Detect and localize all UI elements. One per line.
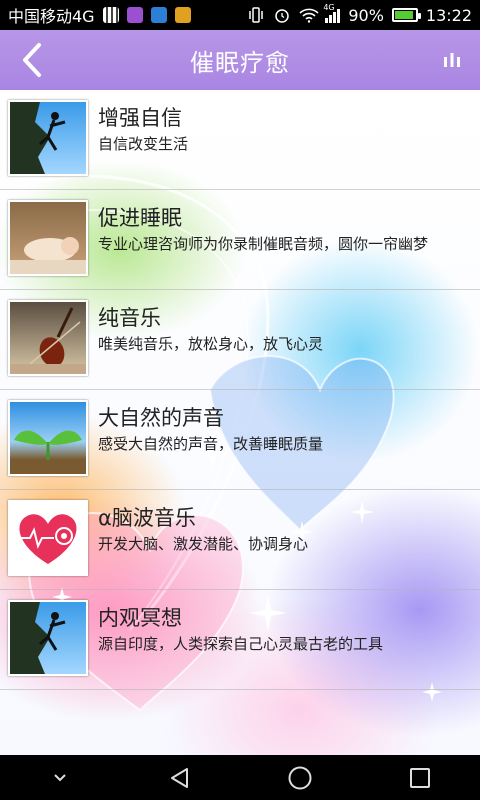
item-description: 专业心理咨询师为你录制催眠音频，圆你一帘幽梦: [98, 235, 429, 253]
clock: 13:22: [425, 5, 472, 25]
network-type-label: 4G: [323, 3, 335, 12]
list-item[interactable]: 增强自信 自信改变生活: [0, 90, 480, 190]
item-title: α脑波音乐: [98, 506, 196, 530]
blue-app-icon: [150, 7, 167, 23]
app-header: 催眠疗愈: [0, 30, 480, 90]
climber-thumbnail: [8, 600, 88, 676]
hide-keyboard-button[interactable]: [30, 755, 90, 800]
program-list: 增强自信 自信改变生活 促进睡眠 专业心理咨询师为你录制催眠音频，圆你一帘幽梦 …: [0, 90, 480, 690]
baby-thumbnail: [8, 200, 88, 276]
chevron-left-icon: [23, 43, 41, 77]
item-description: 源自印度，人类探索自己心灵最古老的工具: [98, 635, 384, 653]
nav-recents-button[interactable]: [390, 755, 450, 800]
orange-app-icon: [174, 7, 191, 23]
status-bar: 中国移动4G 4G 90% 13:22: [0, 0, 480, 30]
recents-square-icon: [410, 767, 430, 788]
alarm-icon: [273, 7, 291, 23]
qr-app-icon: [102, 7, 119, 23]
item-description: 唯美纯音乐，放松身心，放飞心灵: [98, 335, 324, 353]
sprout-thumbnail: [8, 400, 88, 476]
wifi-icon: [299, 7, 319, 23]
item-description: 自信改变生活: [98, 135, 189, 153]
content-area: 增强自信 自信改变生活 促进睡眠 专业心理咨询师为你录制催眠音频，圆你一帘幽梦 …: [0, 90, 480, 755]
item-title: 内观冥想: [98, 606, 182, 630]
battery-percent: 90%: [348, 5, 384, 25]
nav-back-button[interactable]: [150, 755, 210, 800]
back-button[interactable]: [12, 40, 52, 80]
home-circle-icon: [288, 766, 312, 789]
page-title: 催眠疗愈: [190, 48, 290, 77]
climber-thumbnail: [8, 100, 88, 176]
carrier-label: 中国移动4G: [8, 7, 95, 26]
back-triangle-icon: [171, 767, 188, 788]
list-item[interactable]: α脑波音乐 开发大脑、激发潜能、协调身心: [0, 490, 480, 590]
nav-home-button[interactable]: [270, 755, 330, 800]
signal-icon: 4G: [323, 3, 341, 23]
list-item[interactable]: 纯音乐 唯美纯音乐，放松身心，放飞心灵: [0, 290, 480, 390]
item-description: 感受大自然的声音，改善睡眠质量: [98, 435, 324, 453]
battery-icon: [391, 8, 421, 22]
item-description: 开发大脑、激发潜能、协调身心: [98, 535, 309, 553]
bars-chart-icon: [444, 53, 460, 67]
navigation-bar: [0, 755, 480, 800]
list-item[interactable]: 促进睡眠 专业心理咨询师为你录制催眠音频，圆你一帘幽梦: [0, 190, 480, 290]
brainwave-thumbnail: [8, 500, 88, 576]
item-title: 纯音乐: [98, 306, 161, 330]
item-title: 大自然的声音: [98, 406, 224, 430]
violin-thumbnail: [8, 300, 88, 376]
hide-keyboard-icon: [54, 773, 66, 781]
list-item[interactable]: 内观冥想 源自印度，人类探索自己心灵最古老的工具: [0, 590, 480, 690]
purple-app-icon: [126, 7, 143, 23]
list-item[interactable]: 大自然的声音 感受大自然的声音，改善睡眠质量: [0, 390, 480, 490]
menu-button[interactable]: [436, 44, 468, 76]
item-title: 增强自信: [98, 106, 182, 130]
vibrate-icon: [247, 7, 265, 23]
item-title: 促进睡眠: [98, 206, 182, 230]
